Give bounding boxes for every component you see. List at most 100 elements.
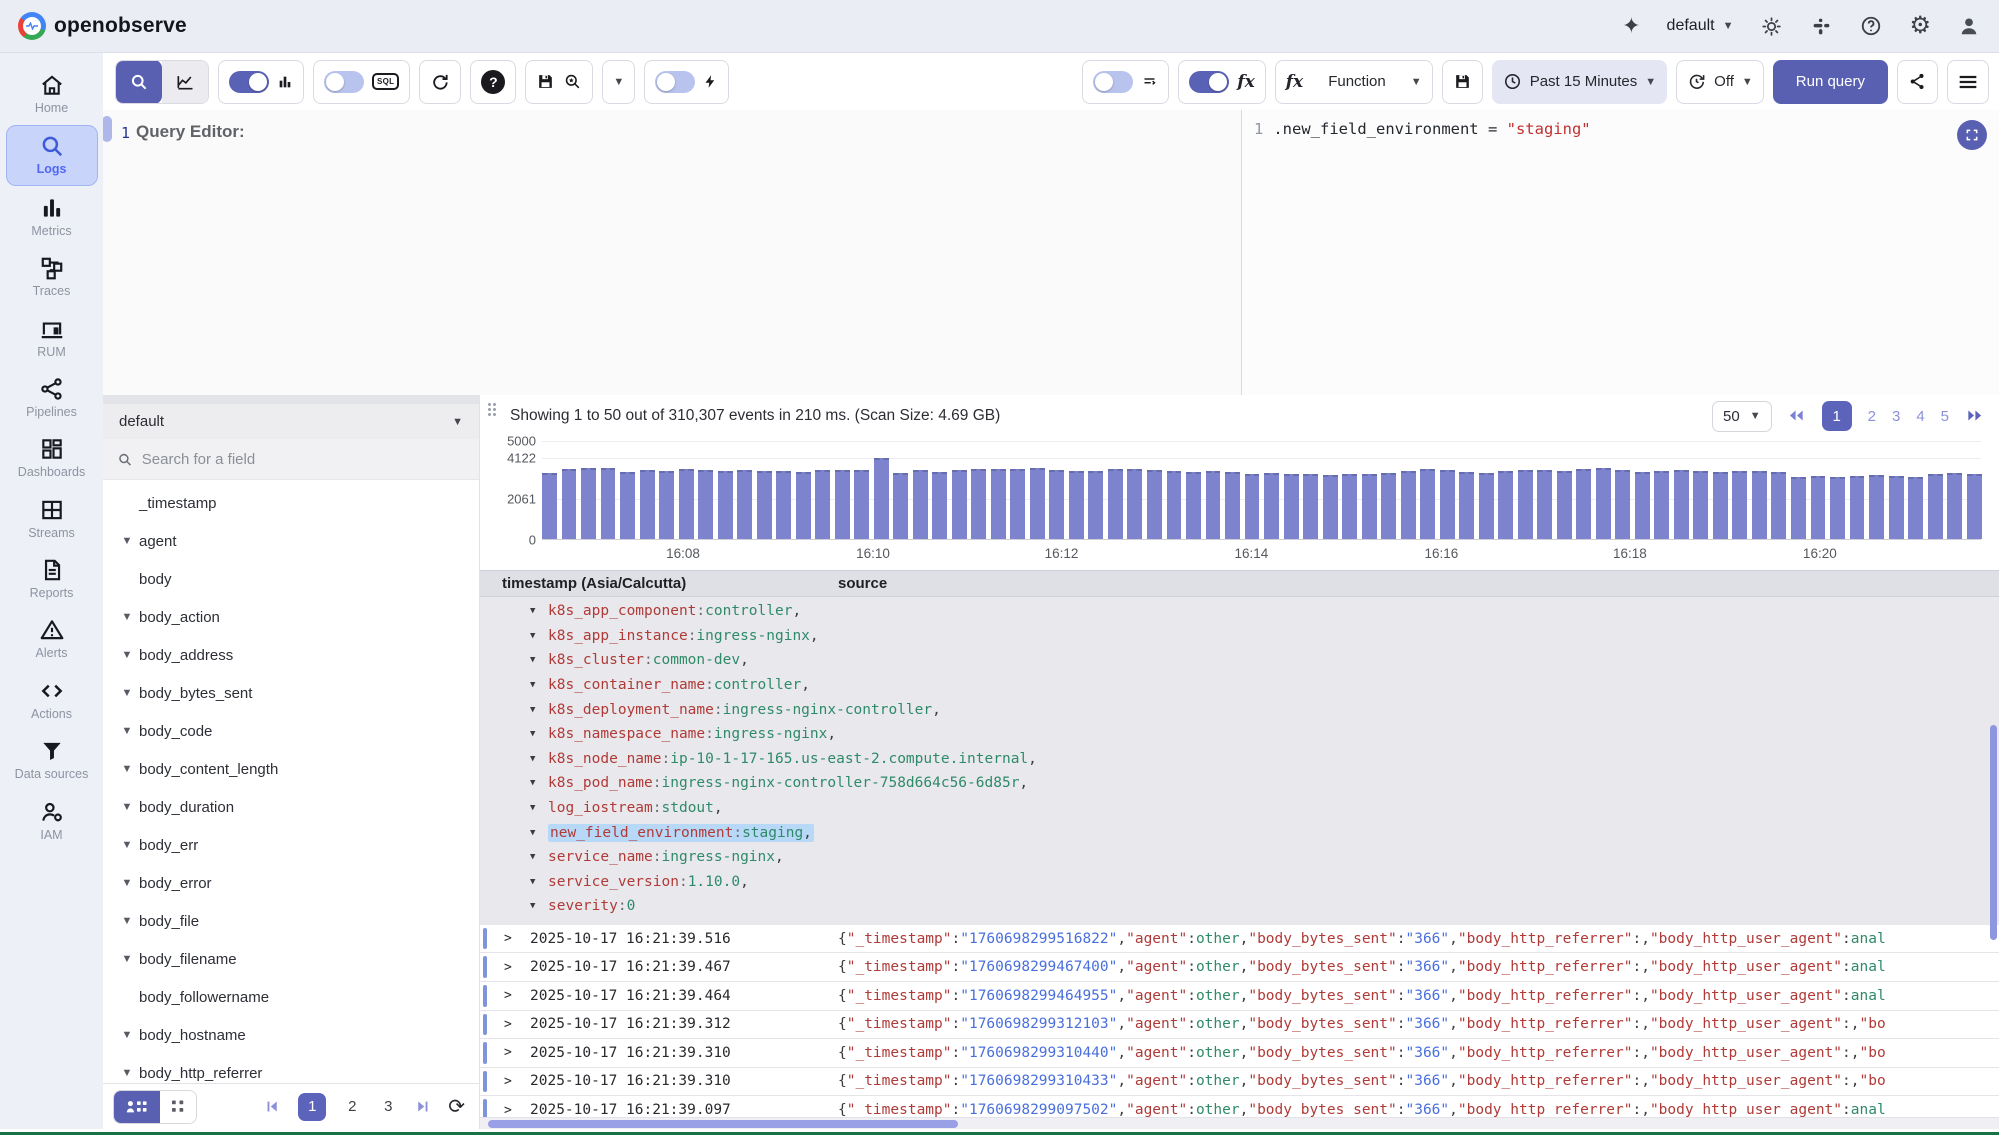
expand-row-icon[interactable]: >	[504, 960, 530, 975]
table-row[interactable]: >2025-10-17 16:21:39.464{"_timestamp":"1…	[480, 982, 1999, 1011]
horizontal-scrollbar-thumb[interactable]	[488, 1120, 958, 1128]
histogram-bar[interactable]	[1284, 474, 1299, 539]
histogram-bar[interactable]	[1303, 474, 1318, 539]
expand-row-icon[interactable]: >	[504, 931, 530, 946]
next-pages-icon[interactable]	[1963, 407, 1985, 425]
histogram-bar[interactable]	[1518, 470, 1533, 539]
sidebar-item-iam[interactable]: IAM	[6, 792, 98, 850]
field-value-dropdown-icon[interactable]: ▼	[530, 606, 548, 616]
field-value-dropdown-icon[interactable]: ▼	[530, 680, 548, 690]
histogram-bar[interactable]	[1908, 477, 1923, 539]
histogram-bar[interactable]	[1732, 471, 1747, 539]
chart-mode-button[interactable]	[162, 60, 208, 104]
field-row-body_duration[interactable]: ▼body_duration	[103, 788, 479, 826]
field-value-dropdown-icon[interactable]: ▼	[530, 877, 548, 887]
sidebar-item-rum[interactable]: RUM	[6, 309, 98, 367]
save-function-button[interactable]	[1442, 60, 1483, 104]
histogram-bar[interactable]	[679, 469, 694, 539]
expanded-field-k8s_pod_name[interactable]: ▼k8s_pod_name:ingress-nginx-controller-7…	[480, 771, 1999, 796]
histogram-bar[interactable]	[1186, 472, 1201, 539]
field-value-dropdown-icon[interactable]: ▼	[530, 828, 548, 838]
results-page-3[interactable]: 3	[1892, 408, 1900, 425]
panel-drag-handle[interactable]	[488, 403, 500, 429]
histogram-bar[interactable]	[971, 469, 986, 539]
histogram-bar[interactable]	[1264, 473, 1279, 539]
query-help-button[interactable]: ?	[470, 60, 516, 104]
histogram-bar[interactable]	[1850, 476, 1865, 540]
chevron-down-icon[interactable]: ▼	[115, 725, 139, 737]
histogram-bar[interactable]	[1947, 473, 1962, 539]
expand-row-icon[interactable]: >	[504, 1045, 530, 1060]
page-size-select[interactable]: 50 ▼	[1712, 401, 1772, 432]
editor-expand-button[interactable]	[1957, 120, 1987, 150]
chevron-down-icon[interactable]: ▼	[115, 1067, 139, 1079]
sidebar-item-logs[interactable]: Logs	[6, 125, 98, 185]
field-row-body_followername[interactable]: body_followername	[103, 978, 479, 1016]
field-row-agent[interactable]: ▼agent	[103, 522, 479, 560]
expand-row-icon[interactable]: >	[504, 1017, 530, 1032]
histogram-bar[interactable]	[1088, 471, 1103, 539]
field-value-dropdown-icon[interactable]: ▼	[530, 901, 548, 911]
histogram-bar[interactable]	[1654, 471, 1669, 539]
function-select[interactable]: fx Function ▼	[1275, 60, 1433, 104]
field-value-dropdown-icon[interactable]: ▼	[530, 655, 548, 665]
last-page-icon[interactable]	[414, 1098, 432, 1116]
histogram-bar[interactable]	[776, 471, 791, 539]
query-editor-pane[interactable]: 1 Query Editor:	[103, 110, 1242, 395]
expand-row-icon[interactable]: >	[504, 1074, 530, 1089]
sidebar-item-actions[interactable]: Actions	[6, 671, 98, 729]
quick-mode-button[interactable]	[644, 60, 729, 104]
histogram-bar[interactable]	[757, 471, 772, 539]
first-page-icon[interactable]	[264, 1098, 282, 1116]
histogram-toggle[interactable]	[229, 71, 269, 93]
field-row-body_error[interactable]: ▼body_error	[103, 864, 479, 902]
histogram-bar[interactable]	[1928, 474, 1943, 539]
share-link-button[interactable]	[1897, 60, 1938, 104]
histogram-bar[interactable]	[1557, 471, 1572, 539]
stream-select[interactable]: default ▼	[103, 404, 479, 439]
chevron-down-icon[interactable]: ▼	[115, 915, 139, 927]
histogram-bar[interactable]	[718, 471, 733, 539]
table-row[interactable]: >2025-10-17 16:21:39.312{"_timestamp":"1…	[480, 1011, 1999, 1040]
table-row[interactable]: >2025-10-17 16:21:39.310{"_timestamp":"1…	[480, 1039, 1999, 1068]
sidebar-item-dashboards[interactable]: Dashboards	[6, 429, 98, 487]
interesting-fields-button[interactable]	[1082, 60, 1169, 104]
histogram-bar[interactable]	[1713, 472, 1728, 539]
fields-user-view-button[interactable]	[114, 1091, 160, 1123]
histogram-bar[interactable]	[1615, 470, 1630, 539]
chevron-down-icon[interactable]: ▼	[115, 839, 139, 851]
field-value-dropdown-icon[interactable]: ▼	[530, 803, 548, 813]
table-row[interactable]: >2025-10-17 16:21:39.516{"_timestamp":"1…	[480, 925, 1999, 954]
histogram-bar[interactable]	[601, 468, 616, 539]
search-mode-button[interactable]	[116, 60, 162, 104]
histogram-bar[interactable]	[893, 473, 908, 539]
histogram-bar[interactable]	[835, 470, 850, 539]
histogram-bar[interactable]	[815, 470, 830, 539]
fields-schema-view-button[interactable]	[160, 1091, 196, 1123]
histogram-plot[interactable]	[542, 441, 1981, 540]
sql-toggle[interactable]	[324, 71, 364, 93]
more-menu-button[interactable]	[1947, 60, 1989, 104]
histogram-bar[interactable]	[581, 468, 596, 539]
chevron-down-icon[interactable]: ▼	[115, 801, 139, 813]
histogram-bar[interactable]	[1576, 469, 1591, 539]
results-page-2[interactable]: 2	[1868, 408, 1876, 425]
histogram-bar[interactable]	[640, 470, 655, 539]
editor-splitter-handle[interactable]	[102, 116, 112, 142]
histogram-bar[interactable]	[932, 472, 947, 539]
histogram-bar[interactable]	[1167, 471, 1182, 539]
expanded-field-service_name[interactable]: ▼service_name:ingress-nginx,	[480, 845, 1999, 870]
field-row-body_address[interactable]: ▼body_address	[103, 636, 479, 674]
histogram-bar[interactable]	[952, 470, 967, 539]
prev-pages-icon[interactable]	[1786, 407, 1808, 425]
histogram-bar[interactable]	[1381, 473, 1396, 539]
histogram-bar[interactable]	[1225, 472, 1240, 539]
expanded-field-k8s_app_component[interactable]: ▼k8s_app_component:controller,	[480, 599, 1999, 624]
field-value-dropdown-icon[interactable]: ▼	[530, 852, 548, 862]
histogram-bar[interactable]	[1030, 468, 1045, 539]
histogram-bar[interactable]	[1108, 469, 1123, 539]
histogram-bar[interactable]	[698, 470, 713, 539]
chevron-down-icon[interactable]: ▼	[115, 953, 139, 965]
histogram-bar[interactable]	[1771, 472, 1786, 539]
interesting-fields-toggle[interactable]	[1093, 71, 1133, 93]
